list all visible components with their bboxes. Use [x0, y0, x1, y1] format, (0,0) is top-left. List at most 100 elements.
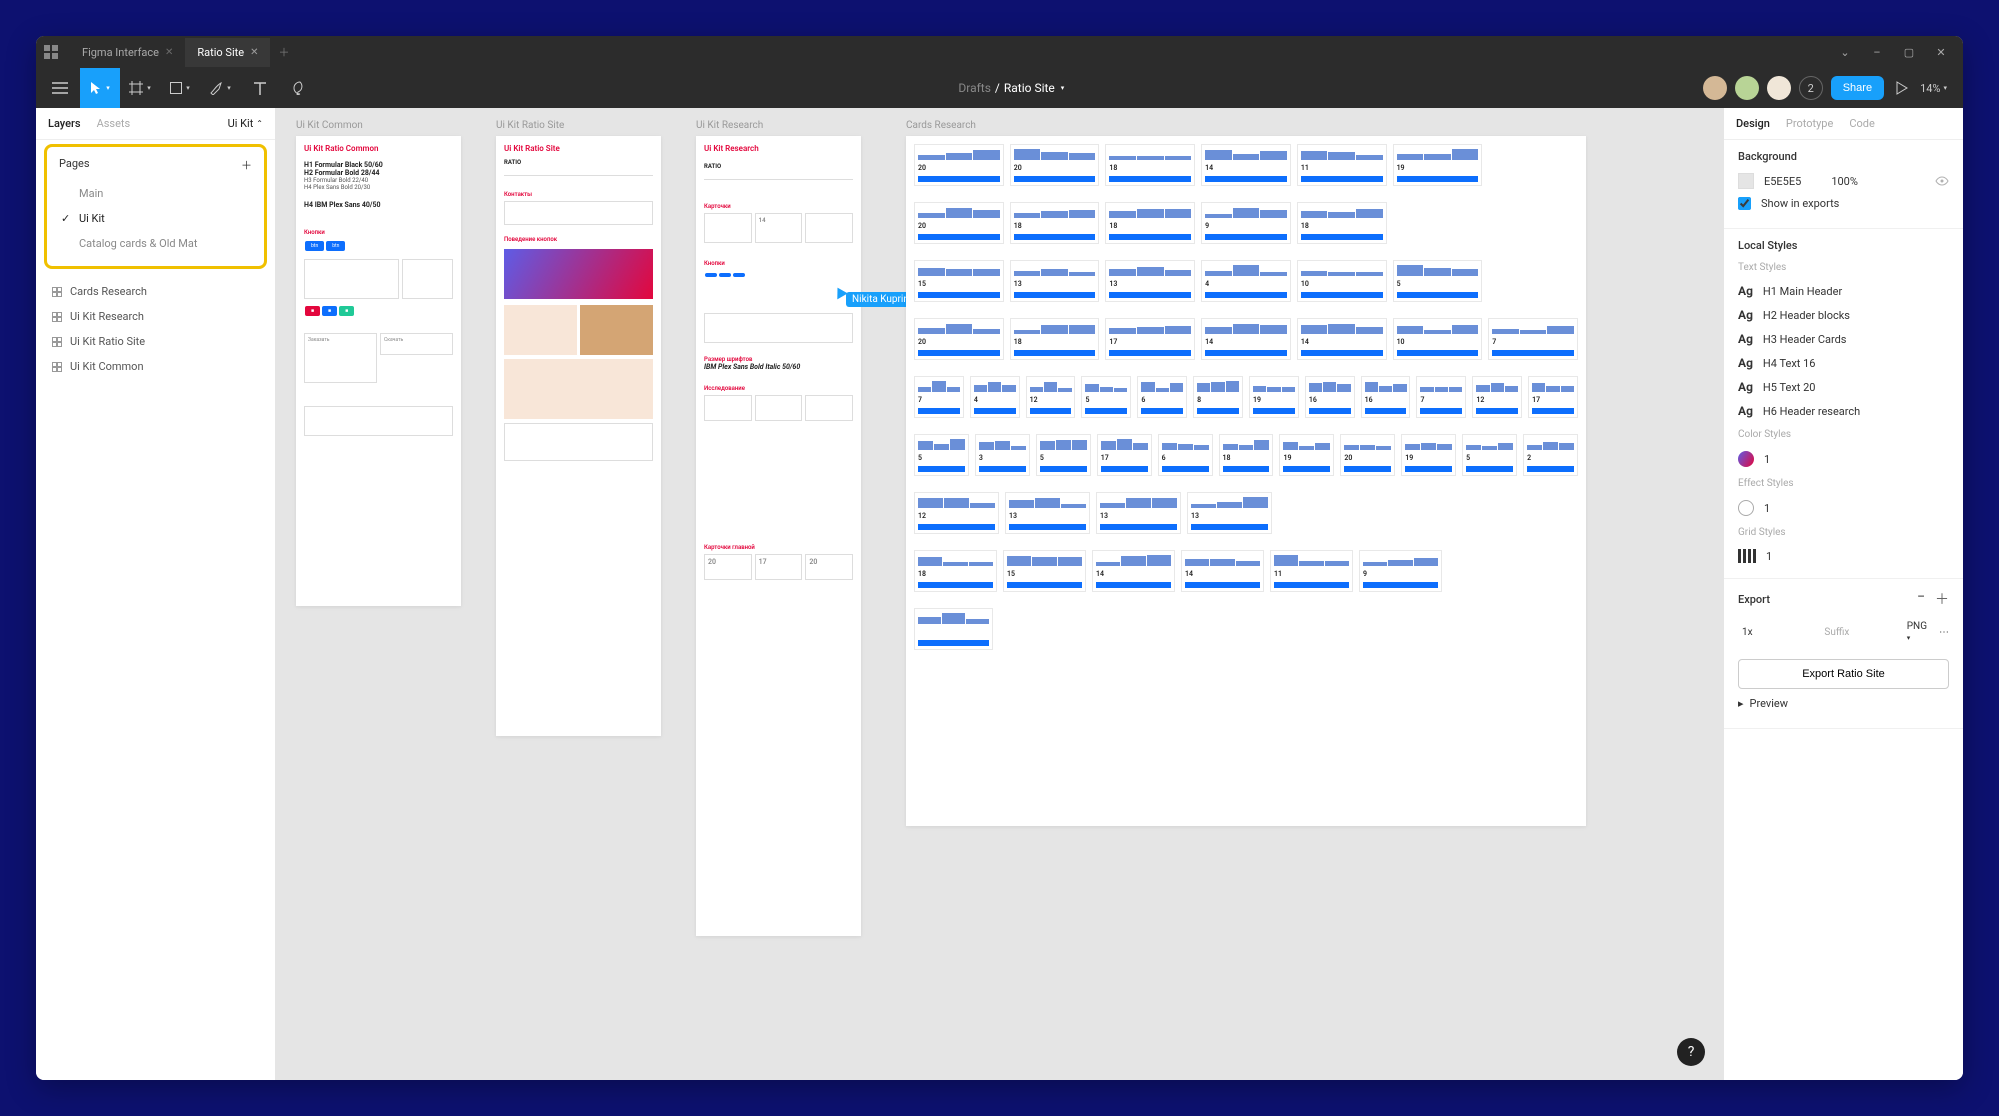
page-item-main[interactable]: Main [51, 181, 260, 206]
home-grid-icon[interactable] [44, 45, 58, 59]
layer-item[interactable]: Ui Kit Research [36, 304, 275, 329]
text-style-item[interactable]: AgH1 Main Header [1738, 279, 1949, 303]
card-thumbnail[interactable]: 17 [1097, 434, 1152, 476]
card-thumbnail[interactable]: 8 [1193, 376, 1243, 418]
card-thumbnail[interactable]: 4 [970, 376, 1020, 418]
shape-tool[interactable]: ▾ [160, 68, 200, 108]
present-icon[interactable] [1892, 81, 1912, 95]
canvas[interactable]: Ui Kit Common Ui Kit Ratio Site Ui Kit R… [276, 108, 1723, 1080]
card-thumbnail[interactable]: 14 [1297, 318, 1387, 360]
card-thumbnail[interactable]: 20 [1010, 144, 1100, 186]
card-thumbnail[interactable]: 10 [1297, 260, 1387, 302]
window-dropdown-icon[interactable]: ⌄ [1839, 46, 1851, 59]
card-thumbnail[interactable]: 19 [1393, 144, 1483, 186]
card-thumbnail[interactable]: 19 [1249, 376, 1299, 418]
card-thumbnail[interactable]: 18 [1105, 202, 1195, 244]
card-thumbnail[interactable]: 13 [1096, 492, 1181, 534]
card-thumbnail[interactable]: 18 [1010, 318, 1100, 360]
effect-style-item[interactable]: 1 [1738, 495, 1949, 521]
card-thumbnail[interactable]: 10 [1393, 318, 1483, 360]
color-style-item[interactable]: 1 [1738, 446, 1949, 472]
tab-ratio-site[interactable]: Ratio Site ✕ [185, 38, 270, 67]
text-style-item[interactable]: AgH2 Header blocks [1738, 303, 1949, 327]
avatar[interactable] [1703, 76, 1727, 100]
card-thumbnail[interactable]: 15 [1003, 550, 1086, 592]
card-thumbnail[interactable]: 19 [1401, 434, 1456, 476]
card-thumbnail[interactable]: 5 [1462, 434, 1517, 476]
window-minimize-icon[interactable]: – [1871, 46, 1883, 59]
card-thumbnail[interactable]: 20 [914, 202, 1004, 244]
frame-label[interactable]: Ui Kit Common [296, 120, 363, 131]
page-item-catalog[interactable]: Catalog cards & Old Mat [51, 231, 260, 256]
canvas-frame-cards[interactable]: 202018141119 201818918 1513134105 201817… [906, 136, 1586, 826]
card-thumbnail[interactable]: 20 [914, 318, 1004, 360]
card-thumbnail[interactable]: 14 [1201, 318, 1291, 360]
card-thumbnail[interactable]: 16 [1361, 376, 1411, 418]
zoom-control[interactable]: 14%▾ [1920, 82, 1947, 95]
share-button[interactable]: Share [1831, 76, 1884, 100]
collaborator-count[interactable]: 2 [1799, 76, 1823, 100]
export-format-select[interactable]: PNG ▾ [1903, 619, 1931, 645]
frame-label[interactable]: Ui Kit Ratio Site [496, 120, 564, 131]
visibility-icon[interactable] [1935, 176, 1949, 186]
export-suffix-field[interactable]: Suffix [1820, 625, 1894, 640]
card-thumbnail[interactable]: 15 [914, 260, 1004, 302]
card-thumbnail[interactable]: 6 [1137, 376, 1187, 418]
card-thumbnail[interactable]: 14 [1201, 144, 1291, 186]
card-thumbnail[interactable]: 12 [1026, 376, 1076, 418]
layer-item[interactable]: Ui Kit Common [36, 354, 275, 379]
comment-tool[interactable] [280, 68, 320, 108]
frame-tool[interactable]: ▾ [120, 68, 160, 108]
card-thumbnail[interactable]: 9 [1201, 202, 1291, 244]
card-thumbnail[interactable]: 18 [1105, 144, 1195, 186]
card-thumbnail[interactable]: 7 [1416, 376, 1466, 418]
window-maximize-icon[interactable]: ▢ [1903, 46, 1915, 59]
card-thumbnail[interactable]: 11 [1297, 144, 1387, 186]
preview-toggle[interactable]: ▸Preview [1738, 689, 1949, 718]
new-tab-button[interactable]: ＋ [270, 36, 297, 68]
card-thumbnail[interactable]: 12 [1472, 376, 1522, 418]
text-style-item[interactable]: AgH5 Text 20 [1738, 375, 1949, 399]
help-button[interactable]: ? [1677, 1038, 1705, 1066]
tab-close-icon[interactable]: ✕ [250, 47, 258, 58]
tab-figma-interface[interactable]: Figma Interface ✕ [70, 38, 185, 67]
move-tool[interactable]: ▾ [80, 68, 120, 108]
layer-item[interactable]: Cards Research [36, 279, 275, 304]
card-thumbnail[interactable]: 4 [1201, 260, 1291, 302]
window-close-icon[interactable]: ✕ [1935, 46, 1947, 59]
grid-style-item[interactable]: 1 [1738, 544, 1949, 568]
card-thumbnail[interactable]: 12 [914, 492, 999, 534]
breadcrumb[interactable]: Drafts / Ratio Site ▾ [320, 81, 1703, 95]
add-page-icon[interactable]: ＋ [241, 157, 252, 173]
background-swatch[interactable] [1738, 173, 1754, 189]
card-thumbnail[interactable]: 13 [1105, 260, 1195, 302]
card-thumbnail[interactable]: 13 [1005, 492, 1090, 534]
card-thumbnail[interactable]: 6 [1158, 434, 1213, 476]
card-thumbnail[interactable]: 20 [914, 144, 1004, 186]
tab-design[interactable]: Design [1736, 117, 1770, 130]
text-style-item[interactable]: AgH6 Header research [1738, 399, 1949, 423]
card-thumbnail[interactable]: 18 [1297, 202, 1387, 244]
layer-item[interactable]: Ui Kit Ratio Site [36, 329, 275, 354]
page-selector[interactable]: Ui Kit⌃ [228, 117, 263, 130]
card-thumbnail[interactable]: 13 [1187, 492, 1272, 534]
tab-layers[interactable]: Layers [48, 117, 81, 130]
export-more-icon[interactable]: ⋯ [1939, 627, 1949, 638]
card-thumbnail[interactable]: 17 [1105, 318, 1195, 360]
page-item-ui-kit[interactable]: ✓Ui Kit [51, 206, 260, 231]
tab-assets[interactable]: Assets [97, 117, 131, 130]
text-style-item[interactable]: AgH4 Text 16 [1738, 351, 1949, 375]
card-thumbnail[interactable]: 18 [1219, 434, 1274, 476]
export-scale-field[interactable]: 1x [1738, 625, 1812, 640]
frame-label[interactable]: Cards Research [906, 120, 976, 131]
card-thumbnail[interactable]: 11 [1270, 550, 1353, 592]
card-thumbnail[interactable]: 20 [1340, 434, 1395, 476]
text-tool[interactable] [240, 68, 280, 108]
export-plus-icon[interactable]: ＋ [1935, 589, 1949, 609]
card-thumbnail[interactable]: 2 [1523, 434, 1578, 476]
card-thumbnail[interactable]: 16 [1305, 376, 1355, 418]
canvas-frame-research[interactable]: Ui Kit Research RATIO Карточки 14 Кнопки… [696, 136, 861, 936]
avatar[interactable] [1767, 76, 1791, 100]
card-thumbnail[interactable]: 5 [1081, 376, 1131, 418]
frame-label[interactable]: Ui Kit Research [696, 120, 763, 131]
